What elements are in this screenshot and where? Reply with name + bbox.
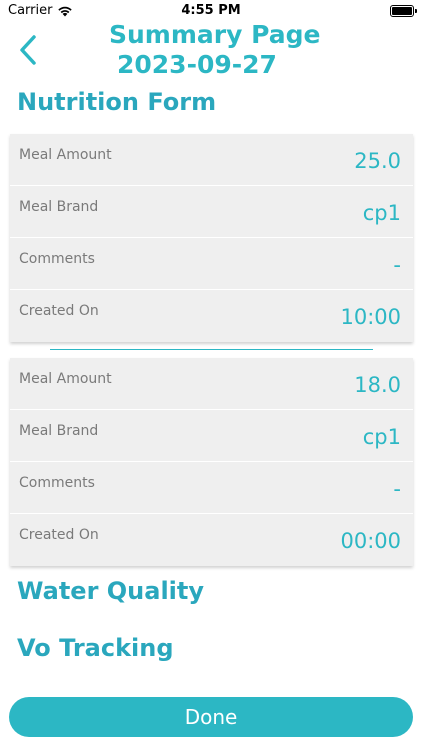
battery-icon	[390, 5, 417, 17]
meal-brand-row: Meal Brand cp1	[10, 410, 413, 462]
nutrition-form-heading[interactable]: Nutrition Form	[17, 88, 216, 116]
meal-brand-label: Meal Brand	[19, 423, 99, 439]
entry-divider	[50, 349, 373, 350]
meal-amount-label: Meal Amount	[19, 147, 112, 163]
meal-amount-row: Meal Amount 18.0	[10, 358, 413, 410]
page-title: Summary Page	[109, 20, 321, 49]
created-on-row: Created On 00:00	[10, 514, 413, 566]
comments-label: Comments	[19, 251, 95, 267]
created-on-label: Created On	[19, 527, 99, 543]
comments-value: -	[393, 477, 401, 501]
comments-row: Comments -	[10, 462, 413, 514]
created-on-value: 00:00	[340, 529, 401, 553]
comments-label: Comments	[19, 475, 95, 491]
water-quality-heading[interactable]: Water Quality	[17, 577, 204, 605]
chevron-left-icon	[20, 35, 36, 65]
meal-amount-row: Meal Amount 25.0	[10, 134, 413, 186]
created-on-label: Created On	[19, 303, 99, 319]
vo-tracking-heading[interactable]: Vo Tracking	[17, 634, 174, 662]
page-date: 2023-09-27	[117, 50, 277, 79]
nutrition-entry-card: Meal Amount 18.0 Meal Brand cp1 Comments…	[10, 358, 413, 566]
meal-amount-value: 18.0	[354, 373, 401, 397]
back-button[interactable]	[14, 32, 44, 68]
comments-row: Comments -	[10, 238, 413, 290]
meal-amount-value: 25.0	[354, 149, 401, 173]
nutrition-entry-card: Meal Amount 25.0 Meal Brand cp1 Comments…	[10, 134, 413, 342]
meal-brand-value: cp1	[362, 201, 401, 225]
meal-amount-label: Meal Amount	[19, 371, 112, 387]
created-on-value: 10:00	[340, 305, 401, 329]
meal-brand-value: cp1	[362, 425, 401, 449]
created-on-row: Created On 10:00	[10, 290, 413, 342]
done-button[interactable]: Done	[9, 697, 413, 737]
comments-value: -	[393, 253, 401, 277]
meal-brand-label: Meal Brand	[19, 199, 99, 215]
status-time: 4:55 PM	[181, 3, 241, 18]
meal-brand-row: Meal Brand cp1	[10, 186, 413, 238]
